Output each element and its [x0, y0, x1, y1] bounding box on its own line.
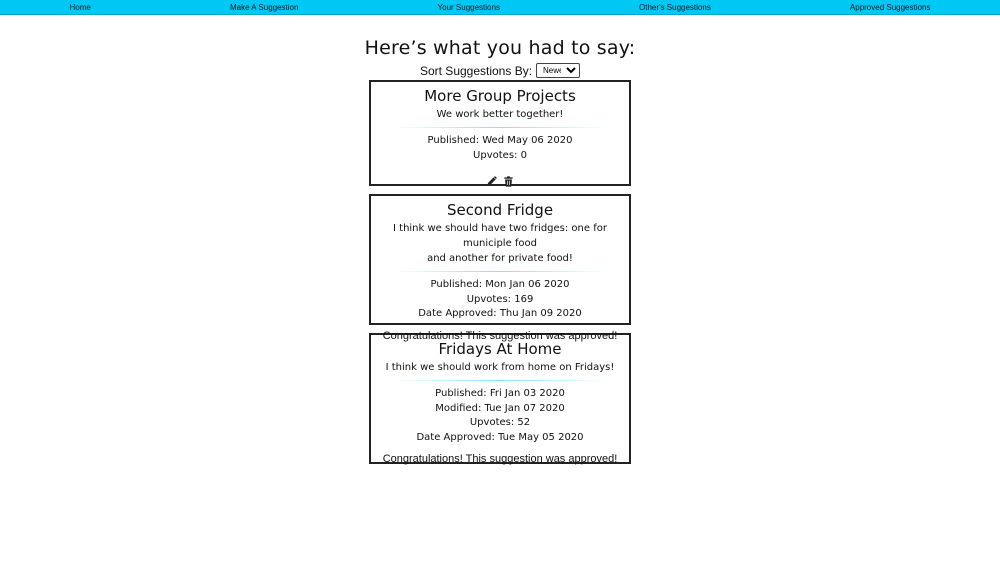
- suggestion-card: Fridays At Home I think we should work f…: [369, 333, 631, 465]
- sort-select[interactable]: Newest: [536, 63, 581, 78]
- suggestion-body-line: I think we should have two fridges: one …: [393, 223, 607, 249]
- sort-label: Sort Suggestions By:: [419, 63, 533, 78]
- nav-approved-suggestions[interactable]: Approved Suggestions: [850, 3, 931, 12]
- nav-others-suggestions[interactable]: Other's Suggestions: [639, 3, 711, 12]
- card-divider: [393, 271, 607, 272]
- card-actions: [379, 174, 621, 187]
- modified-date: Modified: Tue Jan 07 2020: [435, 402, 565, 414]
- approved-date: Date Approved: Tue May 05 2020: [416, 431, 584, 443]
- published-date: Published: Fri Jan 03 2020: [435, 388, 565, 399]
- upvote-count: Upvotes: 52: [469, 417, 531, 428]
- suggestion-list: More Group Projects We work better toget…: [369, 80, 631, 465]
- suggestion-card: More Group Projects We work better toget…: [369, 80, 631, 187]
- suggestion-title: Second Fridge: [446, 201, 554, 219]
- suggestion-body: I think we should work from home on Frid…: [385, 362, 615, 373]
- suggestion-title: More Group Projects: [424, 87, 576, 105]
- nav-your-suggestions[interactable]: Your Suggestions: [438, 3, 500, 12]
- top-nav: Home Make A Suggestion Your Suggestions …: [0, 0, 1000, 15]
- upvote-count: Upvotes: 169: [466, 293, 534, 305]
- published-date: Published: Mon Jan 06 2020: [430, 279, 570, 290]
- upvote-count: Upvotes: 0: [473, 149, 527, 161]
- trash-icon[interactable]: [503, 174, 514, 187]
- nav-make-suggestion[interactable]: Make A Suggestion: [230, 3, 299, 12]
- approved-message: Congratulations! This suggestion was app…: [382, 453, 618, 465]
- sort-row: Sort Suggestions By: Newest: [0, 63, 1000, 78]
- page-title: Here’s what you had to say:: [364, 37, 636, 59]
- card-divider: [393, 380, 607, 381]
- approved-date: Date Approved: Thu Jan 09 2020: [418, 308, 582, 319]
- card-divider: [393, 127, 607, 128]
- suggestion-card: Second Fridge I think we should have two…: [369, 194, 631, 342]
- nav-home[interactable]: Home: [70, 3, 91, 12]
- suggestion-body: I think we should have two fridges: one …: [379, 221, 621, 266]
- suggestion-title: Fridays At Home: [438, 340, 562, 358]
- suggestion-body: We work better together!: [436, 109, 564, 120]
- pencil-icon[interactable]: [486, 174, 497, 186]
- published-date: Published: Wed May 06 2020: [427, 135, 573, 146]
- suggestion-body-line: and another for private food!: [427, 253, 573, 264]
